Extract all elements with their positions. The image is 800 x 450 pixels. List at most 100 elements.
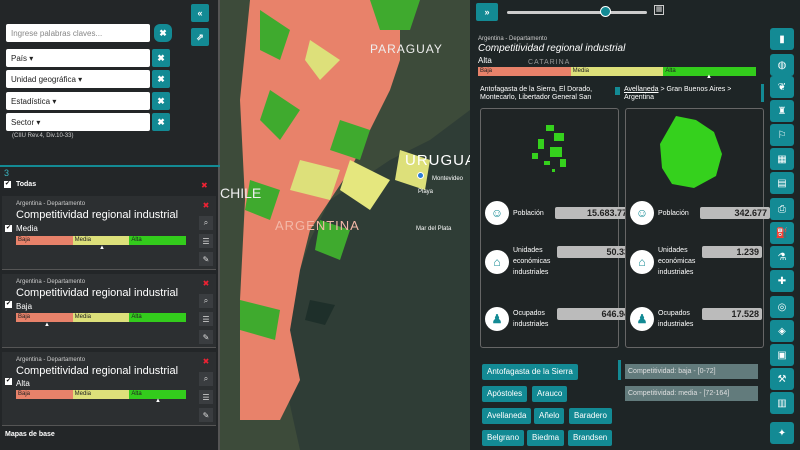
legend-alta: Alta bbox=[129, 236, 187, 245]
right-region-link[interactable]: Avellaneda bbox=[624, 86, 659, 93]
filter-unidad-clear[interactable]: ✖ bbox=[152, 70, 170, 88]
layer-card[interactable]: ✔ Argentina - Departamento Competitivida… bbox=[2, 274, 216, 348]
flask-icon[interactable]: ⚗ bbox=[770, 246, 794, 268]
filter-estadistica-clear[interactable]: ✖ bbox=[152, 92, 170, 110]
search-clear-button[interactable]: ✖ bbox=[154, 24, 172, 42]
layer-level: Media bbox=[16, 224, 38, 233]
legend-media: Media bbox=[72, 313, 130, 322]
layer-close-icon[interactable]: ✖ bbox=[199, 354, 213, 368]
region-chip[interactable]: Antofagasta de la Sierra bbox=[482, 364, 578, 380]
stat-label: Población bbox=[658, 209, 689, 217]
table-icon[interactable]: ☰ bbox=[199, 234, 213, 248]
layer-level: Alta bbox=[16, 379, 30, 388]
legend-marker: ▲ bbox=[155, 398, 161, 404]
wood-icon[interactable]: ▦ bbox=[770, 148, 794, 170]
layer-checkbox[interactable]: ✔ bbox=[5, 378, 12, 385]
shirt-icon[interactable]: ♜ bbox=[770, 100, 794, 122]
time-slider-handle[interactable] bbox=[600, 6, 611, 17]
table-icon[interactable]: ☰ bbox=[199, 312, 213, 326]
map-label-uruguay: URUGUAY bbox=[405, 152, 470, 169]
layer-checkbox[interactable]: ✔ bbox=[5, 225, 12, 232]
select-all-checkbox[interactable]: ✔ bbox=[4, 181, 11, 188]
calendar-icon[interactable]: ▦ bbox=[654, 5, 664, 15]
population-icon: ☺ bbox=[485, 201, 509, 225]
wrench-icon[interactable]: ✦ bbox=[770, 422, 794, 444]
region-chip[interactable]: Arauco bbox=[532, 386, 568, 402]
region-chip[interactable]: Baradero bbox=[569, 408, 612, 424]
legend-alta: Alta bbox=[129, 313, 187, 322]
zoom-icon[interactable]: ⌕ bbox=[199, 372, 213, 386]
export-button[interactable]: ⇗ bbox=[191, 28, 209, 46]
brush-icon[interactable]: ✎ bbox=[199, 330, 213, 344]
workers-icon: ♟ bbox=[630, 307, 654, 331]
filter-pais-label: País ▾ bbox=[11, 53, 34, 63]
region-chip[interactable]: Belgrano bbox=[482, 430, 525, 446]
chip-icon[interactable]: ▥ bbox=[770, 392, 794, 414]
stat-value: 1.239 bbox=[702, 245, 762, 258]
basemaps-header[interactable]: Mapas de base bbox=[5, 431, 55, 438]
layer-legend-bar: Baja Media Alta bbox=[16, 236, 187, 245]
leaves-icon[interactable]: ❦ bbox=[770, 76, 794, 98]
remove-all-icon[interactable]: ✖ bbox=[201, 181, 208, 190]
expand-panel-button[interactable]: » bbox=[476, 3, 498, 21]
factory-icon: ⌂ bbox=[630, 249, 654, 274]
paper-icon[interactable]: ▤ bbox=[770, 172, 794, 194]
comparison-panel: » ▦ Argentina - Departamento Competitivi… bbox=[470, 0, 800, 450]
steel-icon[interactable]: ▣ bbox=[770, 344, 794, 366]
stat-label: Unidades económicas industriales bbox=[513, 247, 551, 276]
region-chip[interactable]: Biedma bbox=[527, 430, 565, 446]
filter-note: (CIIU Rev.4, Div.10-33) bbox=[12, 133, 74, 139]
region-chip[interactable]: Avellaneda bbox=[482, 408, 532, 424]
filter-pais-clear[interactable]: ✖ bbox=[152, 49, 170, 67]
map-label-montevideo: Montevideo bbox=[432, 176, 464, 182]
filter-sector-clear[interactable]: ✖ bbox=[152, 113, 170, 131]
filter-unidad-label: Unidad geográfica ▾ bbox=[11, 74, 83, 84]
pill-icon[interactable]: ✚ bbox=[770, 270, 794, 292]
map-marker[interactable] bbox=[417, 172, 424, 179]
layer-close-icon[interactable]: ✖ bbox=[199, 198, 213, 212]
tire-icon[interactable]: ◎ bbox=[770, 296, 794, 318]
layer-card[interactable]: ✔ Argentina - Departamento Competitivida… bbox=[2, 196, 216, 270]
stat-label: Ocupados industriales bbox=[513, 310, 549, 328]
filter-sector[interactable]: Sector ▾ bbox=[6, 113, 150, 131]
brush-icon[interactable]: ✎ bbox=[199, 252, 213, 266]
water-bottle-icon[interactable]: ▮ bbox=[770, 28, 794, 50]
time-slider[interactable] bbox=[507, 11, 647, 14]
search-input[interactable]: Ingrese palabras claves... bbox=[6, 24, 150, 42]
map-canvas[interactable]: PARAGUAY URUGUAY ARGENTINA CHILE Montevi… bbox=[220, 0, 470, 450]
brush-icon[interactable]: ✎ bbox=[199, 408, 213, 422]
stat-label: Ocupados industriales bbox=[658, 310, 694, 328]
layer-close-icon[interactable]: ✖ bbox=[199, 276, 213, 290]
layer-origin: Argentina - Departamento bbox=[16, 279, 86, 285]
scroll-indicator[interactable] bbox=[761, 84, 764, 102]
layer-title: Competitividad regional industrial bbox=[16, 209, 179, 221]
filter-estadistica[interactable]: Estadística ▾ bbox=[6, 92, 150, 110]
left-compare-card: ☺ Población 15.683.778 ⌂ Unidades económ… bbox=[480, 108, 637, 348]
legend-baja: Baja bbox=[478, 67, 571, 76]
region-chip[interactable]: Añelo bbox=[534, 408, 565, 424]
panel-legend-bar: Baja Media Alta bbox=[478, 67, 757, 76]
tools-icon[interactable]: ⚒ bbox=[770, 368, 794, 390]
zoom-icon[interactable]: ⌕ bbox=[199, 216, 213, 230]
layer-card[interactable]: ✔ Argentina - Departamento Competitivida… bbox=[2, 352, 216, 426]
layer-origin: Argentina - Departamento bbox=[16, 201, 86, 207]
stat-label: Unidades económicas industriales bbox=[658, 247, 696, 276]
zoom-icon[interactable]: ⌕ bbox=[199, 294, 213, 308]
stat-value: 15.683.778 bbox=[555, 207, 635, 219]
region-chip[interactable]: Apóstoles bbox=[482, 386, 528, 402]
filter-pais[interactable]: País ▾ bbox=[6, 49, 150, 67]
collapse-panel-button[interactable]: « bbox=[191, 4, 209, 22]
table-icon[interactable]: ☰ bbox=[199, 390, 213, 404]
legend-scroll-indicator[interactable] bbox=[618, 360, 621, 380]
layer-checkbox[interactable]: ✔ bbox=[5, 301, 12, 308]
boot-icon[interactable]: ⚐ bbox=[770, 124, 794, 146]
map-label-chile: CHILE bbox=[220, 185, 262, 201]
legend-marker: ▲ bbox=[706, 74, 712, 80]
left-region-name: Antofagasta de la Sierra, El Dorado, Mon… bbox=[480, 86, 593, 101]
filter-unidad[interactable]: Unidad geográfica ▾ bbox=[6, 70, 150, 88]
printer-icon[interactable]: ⎙ bbox=[770, 198, 794, 220]
jar-icon[interactable]: ◍ bbox=[770, 54, 794, 76]
region-chip[interactable]: Brandsen bbox=[568, 430, 613, 446]
oil-icon[interactable]: ⛽ bbox=[770, 222, 794, 244]
glass-icon[interactable]: ◈ bbox=[770, 320, 794, 342]
